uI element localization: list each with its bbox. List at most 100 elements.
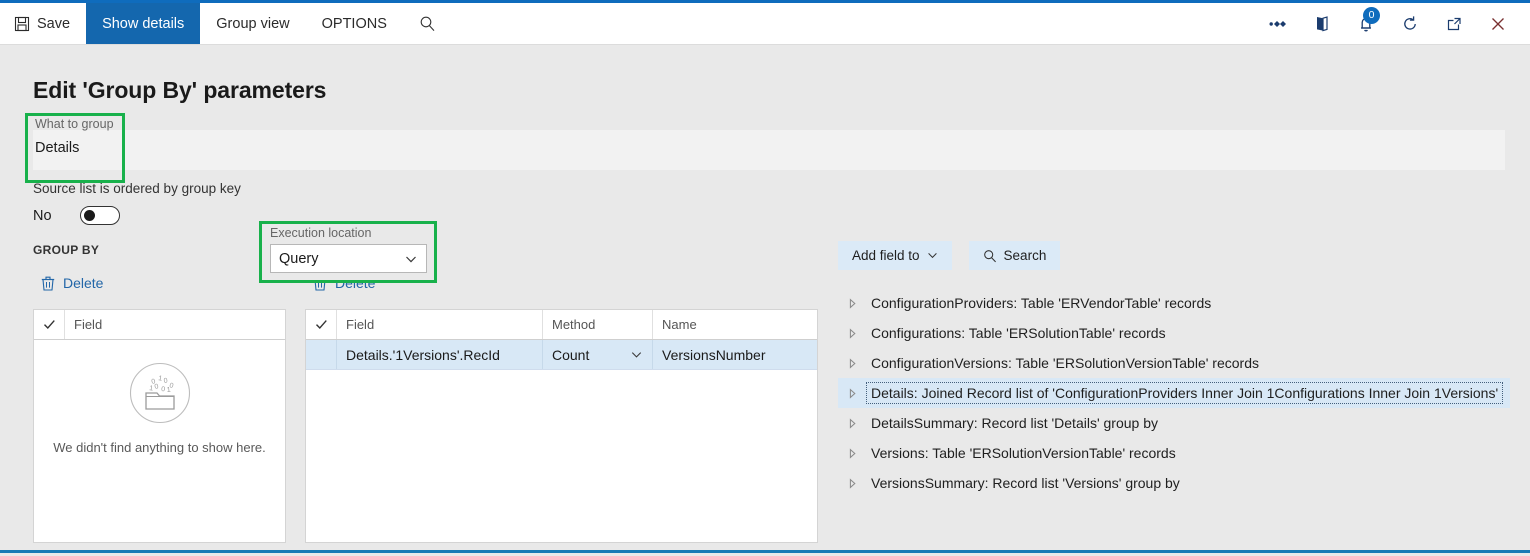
execution-location-select[interactable]: Query (270, 244, 427, 273)
search-icon (983, 249, 997, 263)
what-to-group-value: Details (35, 140, 80, 156)
tree-node-label: ConfigurationProviders: Table 'ERVendorT… (871, 295, 1212, 311)
refresh-icon[interactable] (1388, 3, 1432, 45)
chevron-down-icon (404, 252, 418, 266)
panel-toolbar: Add field to Search (838, 241, 1510, 270)
tree-node-detailssummary[interactable]: DetailsSummary: Record list 'Details' gr… (838, 408, 1510, 438)
aggregations-grid-header: Field Method Name (306, 310, 817, 340)
save-button[interactable]: Save (0, 3, 86, 44)
what-to-group-field[interactable]: What to group Details (35, 117, 114, 156)
field-strip (33, 130, 1505, 170)
book-icon[interactable] (1300, 3, 1344, 45)
toolbar-gap (952, 241, 969, 270)
share-icon[interactable] (1256, 3, 1300, 45)
show-details-button[interactable]: Show details (86, 3, 201, 44)
show-details-label: Show details (102, 15, 185, 32)
execution-location-label: Execution location (270, 226, 372, 240)
svg-text:1: 1 (157, 375, 162, 383)
tree-node-versionssummary[interactable]: VersionsSummary: Record list 'Versions' … (838, 468, 1510, 498)
group-by-grid: Field 0 1 0 0 1 0 0 1 We didn't find any… (33, 309, 286, 543)
app-root: Save Show details Group view OPTIONS 0 E… (0, 0, 1530, 556)
row-checkbox[interactable] (306, 340, 337, 369)
source-list-ordered-block: Source list is ordered by group key No (33, 181, 241, 225)
group-by-empty-text: We didn't find anything to show here. (53, 440, 266, 455)
group-view-label: Group view (216, 15, 290, 32)
tree-node-label: VersionsSummary: Record list 'Versions' … (871, 475, 1180, 491)
svg-text:0: 0 (160, 386, 165, 393)
chevron-right-icon[interactable] (838, 387, 866, 399)
tree-node-label: DetailsSummary: Record list 'Details' gr… (871, 415, 1158, 431)
options-button[interactable]: OPTIONS (306, 3, 403, 44)
empty-folder-icon: 0 1 0 0 1 0 0 1 (129, 362, 191, 429)
aggregations-grid: Field Method Name Details.'1Versions'.Re… (305, 309, 818, 543)
row-field-value[interactable]: Details.'1Versions'.RecId (337, 340, 543, 369)
tree-node-label: ConfigurationVersions: Table 'ERSolution… (871, 355, 1259, 371)
row-method-select[interactable]: Count (543, 340, 653, 369)
page-title: Edit 'Group By' parameters (33, 77, 327, 103)
bottom-rule (0, 550, 1530, 553)
group-by-empty-state: 0 1 0 0 1 0 0 1 We didn't find anything … (34, 340, 285, 455)
svg-text:1: 1 (148, 385, 153, 392)
aggregations-column-name[interactable]: Name (653, 310, 807, 339)
aggregations-column-field[interactable]: Field (337, 310, 543, 339)
options-label: OPTIONS (321, 15, 387, 32)
tree-node-configurationproviders[interactable]: ConfigurationProviders: Table 'ERVendorT… (838, 288, 1510, 318)
group-by-delete-button[interactable]: Delete (41, 275, 103, 291)
execution-location-field: Execution location Query (270, 226, 427, 273)
select-all-checkbox[interactable] (34, 310, 65, 339)
tree-node-versions[interactable]: Versions: Table 'ERSolutionVersionTable'… (838, 438, 1510, 468)
svg-text:0: 0 (153, 383, 158, 391)
tree-node-configurations[interactable]: Configurations: Table 'ERSolutionTable' … (838, 318, 1510, 348)
data-sources-panel: Add field to Search ConfigurationProvide… (838, 241, 1510, 498)
chevron-right-icon[interactable] (838, 357, 866, 369)
row-name-value[interactable]: VersionsNumber (653, 340, 807, 369)
what-to-group-label: What to group (35, 117, 114, 131)
chevron-down-icon (630, 348, 643, 361)
top-command-bar: Save Show details Group view OPTIONS 0 (0, 0, 1530, 45)
tree-node-details[interactable]: Details: Joined Record list of 'Configur… (838, 378, 1510, 408)
source-list-ordered-toggle[interactable] (80, 206, 120, 225)
tree-node-label: Versions: Table 'ERSolutionVersionTable'… (871, 445, 1176, 461)
source-list-ordered-row: No (33, 206, 241, 225)
add-field-to-button[interactable]: Add field to (838, 241, 952, 270)
toggle-knob (84, 210, 95, 221)
group-by-column-field[interactable]: Field (65, 310, 285, 339)
execution-location-value: Query (279, 250, 319, 267)
group-by-grid-header: Field (34, 310, 285, 340)
select-all-checkbox[interactable] (306, 310, 337, 339)
chevron-right-icon[interactable] (838, 447, 866, 459)
tree-node-configurationversions[interactable]: ConfigurationVersions: Table 'ERSolution… (838, 348, 1510, 378)
group-by-delete-label: Delete (63, 275, 104, 291)
close-icon[interactable] (1476, 3, 1520, 45)
panel-search-label: Search (1003, 248, 1047, 263)
group-by-section-title: GROUP BY (33, 243, 100, 257)
notification-badge: 0 (1363, 6, 1380, 24)
save-button-label: Save (37, 15, 71, 32)
trash-icon (41, 276, 55, 291)
chevron-right-icon[interactable] (838, 417, 866, 429)
save-icon (14, 16, 30, 32)
chevron-right-icon[interactable] (838, 297, 866, 309)
chevron-right-icon[interactable] (838, 477, 866, 489)
source-list-ordered-label: Source list is ordered by group key (33, 181, 241, 196)
data-sources-tree: ConfigurationProviders: Table 'ERVendorT… (838, 288, 1510, 498)
popout-icon[interactable] (1432, 3, 1476, 45)
svg-text:0: 0 (163, 377, 168, 384)
notifications-icon[interactable]: 0 (1344, 3, 1388, 45)
page-body: Edit 'Group By' parameters What to group… (0, 45, 1530, 553)
tree-node-label: Configurations: Table 'ERSolutionTable' … (871, 325, 1166, 341)
table-row[interactable]: Details.'1Versions'.RecId Count Versions… (306, 340, 817, 370)
add-field-to-label: Add field to (852, 248, 920, 263)
aggregations-column-method[interactable]: Method (543, 310, 653, 339)
row-method-value: Count (552, 346, 590, 363)
toolbar-right-icons: 0 (1256, 3, 1530, 44)
group-view-button[interactable]: Group view (200, 3, 305, 44)
search-icon (419, 15, 436, 32)
tree-node-label: Details: Joined Record list of 'Configur… (866, 382, 1504, 404)
toolbar-search-button[interactable] (403, 3, 459, 44)
panel-search-button[interactable]: Search (968, 241, 1061, 270)
source-list-ordered-state: No (33, 207, 52, 224)
chevron-down-icon (927, 250, 938, 261)
chevron-right-icon[interactable] (838, 327, 866, 339)
